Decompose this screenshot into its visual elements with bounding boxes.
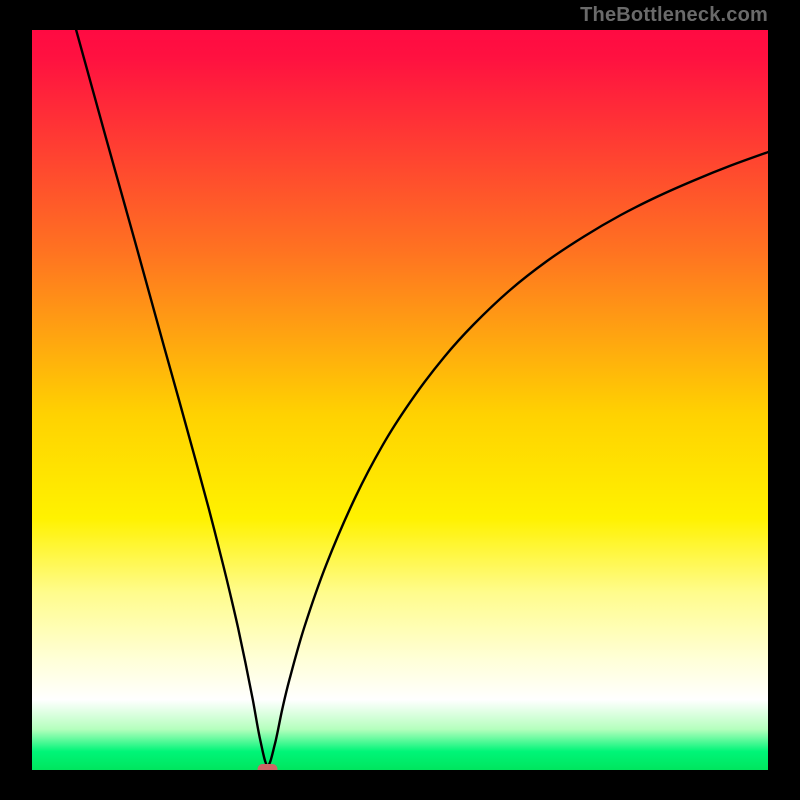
optimal-marker (258, 764, 278, 770)
attribution-text: TheBottleneck.com (580, 4, 768, 27)
plot-svg (32, 30, 768, 770)
chart-frame: TheBottleneck.com (0, 0, 800, 800)
gradient-background (32, 30, 768, 770)
plot-area (32, 30, 768, 770)
